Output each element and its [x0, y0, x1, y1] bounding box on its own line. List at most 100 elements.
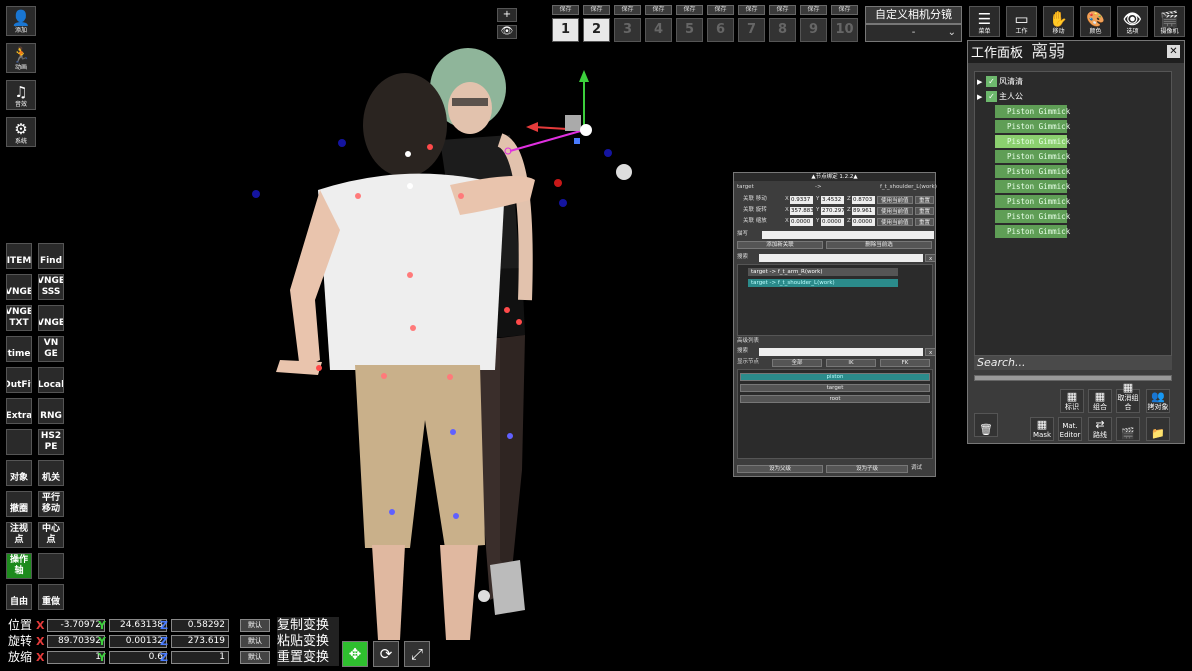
menu-button[interactable]: ☰ 菜单	[969, 6, 1000, 37]
link-z-input[interactable]: 89.961	[852, 207, 875, 215]
gimmick-item[interactable]: Piston Gimmick	[995, 165, 1070, 178]
link-z-input[interactable]: 0.0000	[852, 218, 875, 226]
default-button[interactable]: 默认	[240, 651, 270, 664]
node-item[interactable]: target	[740, 384, 930, 392]
transform-op-button-0[interactable]: 复制变换	[277, 617, 339, 634]
transform-op-button-1[interactable]: 粘贴变换	[277, 633, 339, 650]
transform-y-input[interactable]: 0.6	[109, 651, 167, 664]
color-button[interactable]: 🎨 颜色	[1080, 6, 1111, 37]
gimmick-item[interactable]: Piston Gimmick	[995, 225, 1070, 238]
horizontal-scrollbar[interactable]	[974, 375, 1172, 381]
gimmick-item[interactable]: Piston Gimmick	[995, 135, 1070, 148]
load-slot-button[interactable]: 2	[583, 18, 610, 42]
sound-button[interactable]: ♫ 音效	[6, 80, 36, 110]
default-button[interactable]: 默认	[240, 619, 270, 632]
plugin-button-8-0[interactable]: 撤圈	[6, 491, 32, 517]
clear-icon[interactable]: x	[925, 254, 937, 262]
desc-input[interactable]	[762, 231, 934, 239]
clear-icon[interactable]: x	[925, 348, 937, 356]
link-x-input[interactable]: 357.883	[790, 207, 814, 215]
load-slot-button[interactable]: 5	[676, 18, 703, 42]
save-slot-button[interactable]: 保存	[614, 5, 641, 15]
plugin-button-7-0[interactable]: 对象	[6, 460, 32, 486]
use-current-button[interactable]: 使用当前值	[877, 218, 913, 226]
plugin-button-8-1[interactable]: 平行移动	[38, 491, 64, 517]
use-current-button[interactable]: 使用当前值	[877, 196, 913, 204]
plugin-button-3-1[interactable]: VN GE	[38, 336, 64, 362]
plugin-button-7-1[interactable]: 机关	[38, 460, 64, 486]
move-mode-button[interactable]: ✥	[342, 641, 368, 667]
set-parent-button[interactable]: 设为父级	[737, 465, 823, 473]
filter-button-1[interactable]: IK	[826, 359, 876, 367]
work-action-button-3[interactable]: 👥 拷对象	[1146, 389, 1170, 413]
gimmick-item[interactable]: Piston Gimmick	[995, 210, 1070, 223]
load-slot-button[interactable]: 3	[614, 18, 641, 42]
load-slot-button[interactable]: 1	[552, 18, 579, 42]
work-button[interactable]: ▭ 工作	[1006, 6, 1037, 37]
save-slot-button[interactable]: 保存	[800, 5, 827, 15]
debug-toggle[interactable]: 调试	[911, 464, 922, 473]
work-action-button-7[interactable]: 🎬	[1116, 417, 1140, 441]
move-button[interactable]: ✋ 移动	[1043, 6, 1074, 37]
close-icon[interactable]: ✕	[1167, 45, 1180, 58]
link-y-input[interactable]: 270.297	[821, 207, 845, 215]
plugin-button-2-0[interactable]: VNGE TXT	[6, 305, 32, 331]
visibility-checkbox[interactable]: ✓	[986, 91, 997, 102]
add-link-button[interactable]: 添加新关联	[737, 241, 823, 249]
load-slot-button[interactable]: 10	[831, 18, 858, 42]
plugin-button-5-0[interactable]: Extra	[6, 398, 32, 424]
transform-y-input[interactable]: 24.63138	[109, 619, 167, 632]
add-camera-button[interactable]: +	[497, 8, 517, 22]
link-item-0[interactable]: target -> f_t_arm_R(work)	[748, 268, 898, 276]
work-action-button-8[interactable]: 📁	[1146, 417, 1170, 441]
delete-link-button[interactable]: 删除当前选	[826, 241, 932, 249]
gimmick-item[interactable]: Piston Gimmick	[995, 120, 1070, 133]
work-action-button-5[interactable]: Mat. Editor	[1058, 417, 1082, 441]
visibility-checkbox[interactable]: ✓	[986, 76, 997, 87]
plugin-button-10-0[interactable]: 操作轴	[6, 553, 32, 579]
transform-op-button-2[interactable]: 重置变换	[277, 649, 339, 666]
camera-select[interactable]: - ⌄	[865, 24, 962, 42]
plugin-button-11-0[interactable]: 自由	[6, 584, 32, 610]
work-action-button-4[interactable]: ▦ Mask	[1030, 417, 1054, 441]
plugin-button-11-1[interactable]: 重做	[38, 584, 64, 610]
plugin-button-9-1[interactable]: 中心点	[38, 522, 64, 548]
set-child-button[interactable]: 设为子级	[826, 465, 908, 473]
link-x-input[interactable]: 0.9337	[790, 196, 813, 204]
plugin-button-9-0[interactable]: 注视点	[6, 522, 32, 548]
load-slot-button[interactable]: 9	[800, 18, 827, 42]
work-action-button-6[interactable]: ⇄ 路线	[1088, 417, 1112, 441]
transform-y-input[interactable]: 0.00132	[109, 635, 167, 648]
save-slot-button[interactable]: 保存	[645, 5, 672, 15]
gimmick-item[interactable]: Piston Gimmick	[995, 195, 1070, 208]
link-search-input[interactable]	[759, 254, 923, 262]
transform-x-input[interactable]: 1	[47, 651, 105, 664]
link-x-input[interactable]: 0.0000	[790, 218, 813, 226]
animation-button[interactable]: 🏃 动画	[6, 43, 36, 73]
node-constraint-title[interactable]: ▲节点绑定 1.2.2▲	[734, 173, 935, 181]
default-button[interactable]: 默认	[240, 635, 270, 648]
work-action-button-1[interactable]: ▦ 组合	[1088, 389, 1112, 413]
view-toggle-button[interactable]: 👁	[497, 25, 517, 39]
transform-gizmo[interactable]	[504, 70, 592, 155]
node-item[interactable]: piston	[740, 373, 930, 381]
add-button[interactable]: 👤 添加	[6, 6, 36, 36]
gimmick-item[interactable]: Piston Gimmick	[995, 180, 1070, 193]
object-tree[interactable]: ▶ ✓ 风清清 ▶ ✓ 主人公 Piston Gimmick Piston Gimmick Pi…	[974, 71, 1172, 356]
load-slot-button[interactable]: 7	[738, 18, 765, 42]
search-input[interactable]: Search...	[974, 356, 1172, 370]
plugin-button-0-0[interactable]: ITEM	[6, 243, 32, 269]
plugin-button-3-0[interactable]: time	[6, 336, 32, 362]
options-button[interactable]: 👁 选项	[1117, 6, 1148, 37]
rotate-mode-button[interactable]: ⟳	[373, 641, 399, 667]
node-search-input[interactable]	[759, 348, 923, 356]
transform-x-input[interactable]: 89.70392	[47, 635, 105, 648]
transform-z-input[interactable]: 273.619	[171, 635, 229, 648]
tree-node[interactable]: ▶ ✓ 主人公	[977, 90, 1023, 103]
filter-button-0[interactable]: 全部	[772, 359, 822, 367]
system-button[interactable]: ⚙ 系统	[6, 117, 36, 147]
link-z-input[interactable]: 0.8703	[852, 196, 875, 204]
reset-button[interactable]: 重置	[915, 207, 935, 215]
reset-button[interactable]: 重置	[915, 218, 935, 226]
link-item-1[interactable]: target -> f_t_shoulder_L(work)	[748, 279, 898, 287]
